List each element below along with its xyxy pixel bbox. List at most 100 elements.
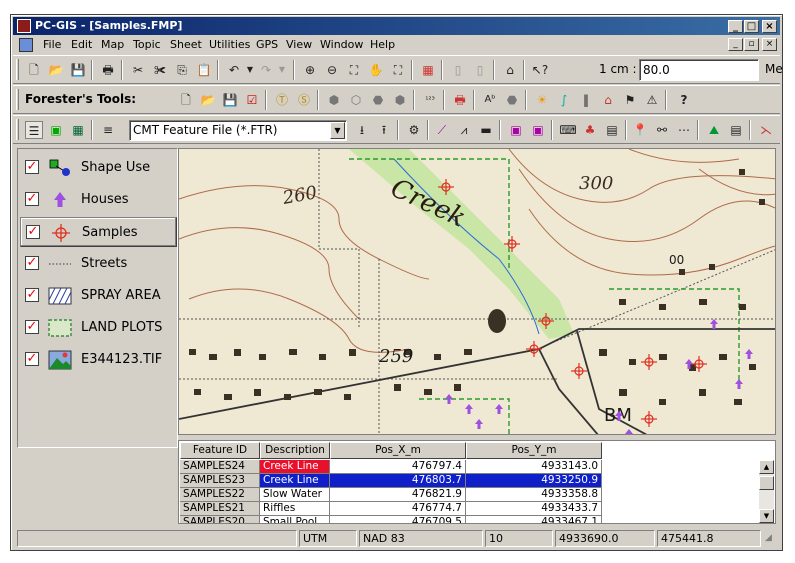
legend-item-e344123-tif[interactable]: ✓ E344123.TIF [20, 345, 177, 375]
table-row[interactable]: SAMPLES20 Small Pool 476709.5 4933467.1 [180, 516, 750, 523]
house-icon[interactable]: ⌂ [599, 91, 617, 109]
legend-checkbox[interactable]: ✓ [25, 192, 39, 206]
menu-sheet[interactable]: Sheet [170, 36, 202, 54]
data-table-icon[interactable]: ▤ [727, 121, 745, 139]
save-icon[interactable]: 💾 [221, 91, 239, 109]
legend-list-icon[interactable]: ☰ [25, 121, 43, 139]
cut-icon[interactable]: ✂ [129, 61, 147, 79]
grid-flag-icon[interactable]: ⚑ [621, 91, 639, 109]
cell-description[interactable]: Slow Water [260, 488, 330, 502]
label-ab-icon[interactable]: Aᵇ [481, 91, 499, 109]
table-row[interactable]: SAMPLES24 Creek Line 476797.4 4933143.0 [180, 460, 750, 474]
polygon-merge-icon[interactable]: ⬢ [391, 91, 409, 109]
lines-icon[interactable]: ≡ [99, 121, 117, 139]
cell-description[interactable]: Small Pool [260, 516, 330, 523]
scroll-down-icon[interactable]: ▼ [759, 509, 774, 523]
vertical-bars-icon[interactable]: ‖ [577, 91, 595, 109]
mdi-restore-button[interactable]: ▫ [744, 38, 759, 51]
legend-checkbox[interactable]: ✓ [25, 320, 39, 334]
cell-pos-y[interactable]: 4933250.9 [466, 474, 602, 488]
map-canvas[interactable]: Creek 260 300 259 BM 00 [179, 149, 776, 435]
table-row[interactable]: SAMPLES23 Creek Line 476803.7 4933250.9 [180, 474, 750, 488]
redo-dropdown-icon[interactable]: ▼ [273, 61, 291, 79]
menu-help[interactable]: Help [370, 36, 395, 54]
copy-icon[interactable]: ⎘ [173, 61, 191, 79]
report-print-icon[interactable]: 🖶 [451, 91, 469, 109]
menu-utilities[interactable]: Utilities [209, 36, 250, 54]
map-view-icon[interactable]: ▣ [47, 121, 65, 139]
numbering-icon[interactable]: ¹²³ [421, 91, 439, 109]
chart-area-icon[interactable]: ⩘ [455, 121, 473, 139]
context-help-icon[interactable]: ↖? [531, 61, 549, 79]
resize-grip-icon[interactable]: ◢ [765, 533, 777, 545]
map-view[interactable]: Creek 260 300 259 BM 00 [178, 148, 776, 435]
bar-icon[interactable]: ▬ [477, 121, 495, 139]
open-icon[interactable]: 📂 [47, 61, 65, 79]
chevron-down-icon[interactable]: ▼ [330, 122, 345, 139]
cell-pos-y[interactable]: 4933467.1 [466, 516, 602, 523]
stream-icon[interactable]: ∫ [555, 91, 573, 109]
multi-link-icon[interactable]: ⋯ [675, 121, 693, 139]
link-icon[interactable]: ⚯ [653, 121, 671, 139]
cell-pos-y[interactable]: 4933143.0 [466, 460, 602, 474]
scroll-up-icon[interactable]: ▲ [759, 460, 774, 474]
document-icon[interactable] [19, 38, 33, 52]
toolbar-grip[interactable] [16, 119, 19, 140]
table-row[interactable]: SAMPLES21 Riffles 476774.7 4933433.7 [180, 502, 750, 516]
network-icon[interactable]: ⋋ [757, 121, 775, 139]
legend-checkbox[interactable]: ✓ [26, 225, 40, 239]
properties-icon[interactable]: ▤ [603, 121, 621, 139]
cell-description[interactable]: Riffles [260, 502, 330, 516]
legend-checkbox[interactable]: ✓ [25, 160, 39, 174]
scroll-thumb[interactable] [759, 476, 774, 490]
cell-pos-y[interactable]: 4933433.7 [466, 502, 602, 516]
pin-icon[interactable]: 📍 [631, 121, 649, 139]
legend-checkbox[interactable]: ✓ [25, 352, 39, 366]
toolbar-grip[interactable] [16, 89, 19, 110]
legend-item-streets[interactable]: ✓ Streets [20, 249, 177, 279]
column-header-description[interactable]: Description [260, 442, 330, 459]
gps-icon[interactable]: ⌂ [501, 61, 519, 79]
print-icon[interactable]: 🖶 [99, 61, 117, 79]
new-icon[interactable]: 🗋 [177, 91, 195, 109]
cell-feature-id[interactable]: SAMPLES24 [180, 460, 260, 474]
column-header-pos-y[interactable]: Pos_Y_m [466, 442, 602, 459]
cell-feature-id[interactable]: SAMPLES22 [180, 488, 260, 502]
sun-icon[interactable]: ☀ [533, 91, 551, 109]
cell-pos-x[interactable]: 476709.5 [330, 516, 466, 523]
close-button[interactable]: × [762, 20, 777, 33]
legend-item-shape-use[interactable]: ✓ Shape Use [20, 153, 177, 183]
tree-t-icon[interactable]: Ⓣ [273, 91, 291, 109]
check-document-icon[interactable]: ☑ [243, 91, 261, 109]
chart-window-2-icon[interactable]: ▣ [529, 121, 547, 139]
maximize-button[interactable]: □ [744, 20, 759, 33]
help-icon[interactable]: ? [675, 91, 693, 109]
polygon-solid-icon[interactable]: ⬣ [369, 91, 387, 109]
export-icon[interactable]: ⭱ [375, 121, 393, 139]
cut-paint-icon[interactable]: ✀ [151, 61, 169, 79]
menu-map[interactable]: Map [101, 36, 124, 54]
split-icon[interactable]: ▯ [449, 61, 467, 79]
mdi-minimize-button[interactable]: _ [728, 38, 743, 51]
cell-pos-y[interactable]: 4933358.8 [466, 488, 602, 502]
tree-s-icon[interactable]: Ⓢ [295, 91, 313, 109]
table-row[interactable]: SAMPLES22 Slow Water 476821.9 4933358.8 [180, 488, 750, 502]
menu-view[interactable]: View [286, 36, 312, 54]
menu-gps[interactable]: GPS [256, 36, 278, 54]
column-header-pos-x[interactable]: Pos_X_m [330, 442, 466, 459]
column-header-feature-id[interactable]: Feature ID [180, 442, 260, 459]
legend-item-land-plots[interactable]: ✓ LAND PLOTS [20, 313, 177, 343]
zoom-out-icon[interactable]: ⊖ [323, 61, 341, 79]
cell-feature-id[interactable]: SAMPLES21 [180, 502, 260, 516]
file-type-select[interactable]: CMT Feature File (*.FTR) ▼ [129, 120, 347, 141]
polygon-ring-icon[interactable]: ⬡ [347, 91, 365, 109]
import-icon[interactable]: ⭳ [353, 121, 371, 139]
menu-edit[interactable]: Edit [71, 36, 92, 54]
legend-checkbox[interactable]: ✓ [25, 288, 39, 302]
save-icon[interactable]: 💾 [69, 61, 87, 79]
legend-item-houses[interactable]: ✓ Houses [20, 185, 177, 215]
cell-feature-id[interactable]: SAMPLES20 [180, 516, 260, 523]
area-icon[interactable]: ⬣ [503, 91, 521, 109]
paste-icon[interactable]: 📋 [195, 61, 213, 79]
toolbar-grip[interactable] [16, 59, 19, 80]
